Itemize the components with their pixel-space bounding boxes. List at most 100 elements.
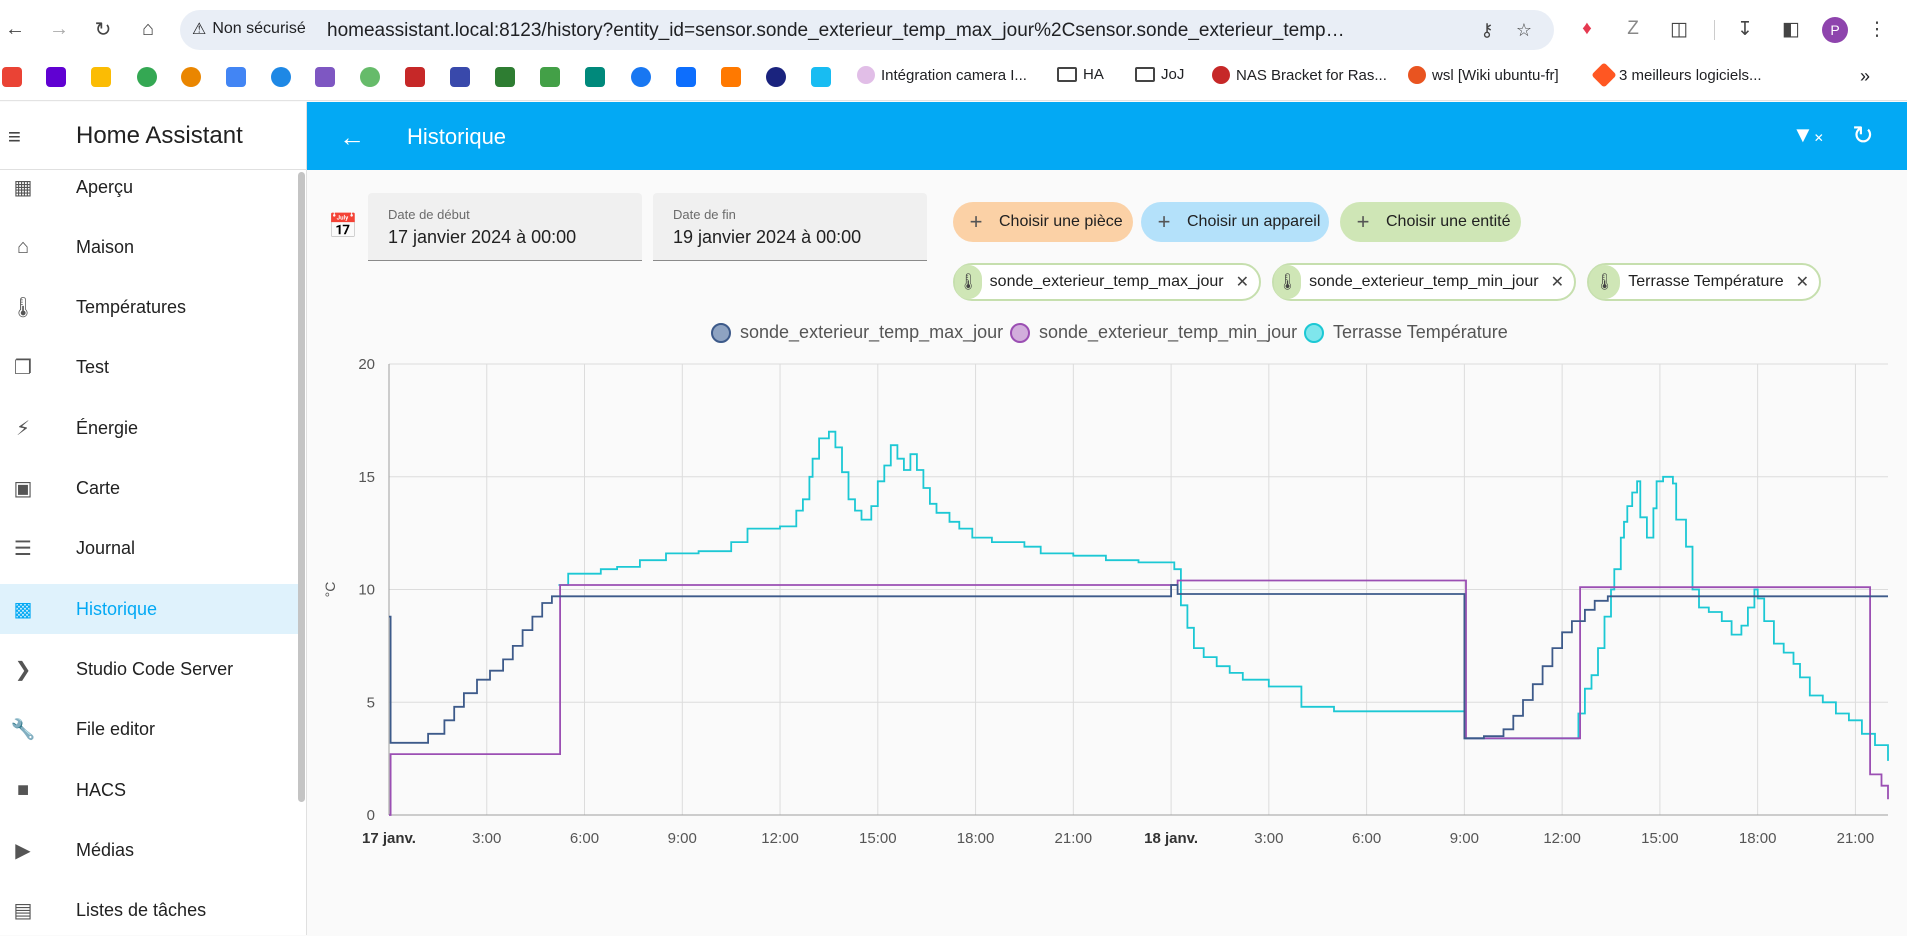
sidebar-item-label: File editor [76, 719, 156, 740]
bookmark-folder-ha[interactable]: HA [1057, 66, 1104, 83]
vscode-icon: ❯ [14, 658, 32, 681]
sidebar-item-hacs[interactable]: ■ HACS [0, 765, 298, 815]
legend-item-max[interactable]: sonde_exterieur_temp_max_jour [711, 322, 1003, 343]
close-icon[interactable]: ✕ [1551, 272, 1564, 292]
map-icon: ▣ [13, 478, 33, 500]
profile-avatar[interactable]: P [1822, 17, 1848, 43]
choose-entity-button[interactable]: + Choisir une entité [1340, 202, 1521, 242]
bookmark-label: NAS Bracket for Ras... [1236, 66, 1387, 84]
sidebar-item-label: Maison [76, 236, 135, 257]
key-icon[interactable]: ⚷ [1475, 18, 1499, 42]
reload-icon[interactable]: ↻ [88, 14, 118, 44]
x-tick-label: 9:00 [668, 830, 697, 847]
bookmark-icon: ❐ [14, 357, 32, 380]
sidebar-item-aper-u[interactable]: ▦ Aperçu [0, 162, 298, 212]
x-tick-label: 18:00 [957, 830, 995, 847]
sidebar-item-temp-ratures[interactable]: 🌡 Températures [0, 283, 298, 333]
filter-remove-icon[interactable]: ▼✕ [1792, 122, 1824, 148]
end-date-field[interactable]: Date de fin 19 janvier 2024 à 00:00 [653, 193, 927, 261]
menu-toggle-icon[interactable]: ≡ [8, 124, 34, 149]
bank2-icon[interactable] [585, 67, 605, 87]
url-text[interactable]: homeassistant.local:8123/history?entity_… [327, 20, 1347, 42]
security-indicator[interactable]: ⚠ Non sécurisé [192, 19, 306, 39]
legend-swatch [1010, 322, 1030, 343]
ubuntu-icon [1408, 66, 1426, 84]
gmail-icon[interactable] [2, 67, 22, 87]
bookmark-folder-joj[interactable]: JoJ [1135, 66, 1184, 83]
sidebar-item--nergie[interactable]: ⚡ Énergie [0, 403, 298, 453]
sidebar-item-maison[interactable]: ⌂ Maison [0, 222, 298, 272]
extensions-icon[interactable]: ◫ [1664, 14, 1694, 44]
sidebar-item-carte[interactable]: ▣ Carte [0, 464, 298, 514]
photos-icon[interactable] [181, 67, 201, 87]
arrow-back-icon[interactable]: ← [339, 122, 365, 153]
duo-icon[interactable] [360, 67, 380, 87]
keep-icon[interactable] [91, 67, 111, 87]
bookmark-label: wsl [Wiki ubuntu-fr] [1432, 66, 1559, 84]
puzzle-icon[interactable] [315, 67, 335, 87]
x-tick-label: 12:00 [1543, 830, 1581, 847]
ha-icon[interactable] [811, 67, 831, 87]
sidebar-scrollbar[interactable] [298, 172, 305, 802]
maps-icon[interactable] [137, 67, 157, 87]
facebook-icon[interactable] [631, 67, 651, 87]
x-tick-label: 15:00 [1641, 830, 1679, 847]
bank-icon[interactable] [495, 67, 515, 87]
x-tick-label: 6:00 [570, 830, 599, 847]
lightning-icon: ⚡ [15, 417, 31, 440]
sidebar-item-m-dias[interactable]: ▶ Médias [0, 825, 298, 875]
camera-site-icon [857, 66, 875, 84]
n-icon[interactable] [766, 67, 786, 87]
sidebar-item-journal[interactable]: ☰ Journal [0, 524, 298, 574]
s-icon[interactable] [271, 67, 291, 87]
orange-icon[interactable] [721, 67, 741, 87]
home-icon[interactable]: ⌂ [133, 14, 163, 44]
list-icon: ☰ [14, 538, 32, 561]
start-date-field[interactable]: Date de début 17 janvier 2024 à 00:00 [368, 193, 642, 261]
sidebar-item-label: Médias [76, 839, 135, 860]
translate-icon[interactable] [226, 67, 246, 87]
chart-icon[interactable] [450, 67, 470, 87]
address-bar[interactable]: ⚠ Non sécurisé homeassistant.local:8123/… [180, 10, 1554, 50]
sidebar-item-listes-de-t-ches[interactable]: ▤ Listes de tâches [0, 886, 298, 936]
play-box-icon: ▶ [15, 839, 31, 862]
pocket-icon[interactable]: ♦ [1572, 14, 1602, 44]
folder-icon [1135, 67, 1155, 82]
sidebar-item-label: Studio Code Server [76, 658, 234, 679]
bookmark-label: JoJ [1161, 66, 1185, 83]
forward-icon[interactable]: → [44, 14, 74, 44]
sidebar-item-historique[interactable]: ▩ Historique [0, 584, 298, 635]
zotero-icon[interactable]: Z [1618, 14, 1648, 44]
choose-device-button[interactable]: + Choisir un appareil [1141, 202, 1329, 242]
dsm-icon[interactable] [676, 67, 696, 87]
bookmark-nas[interactable]: NAS Bracket for Ras... [1212, 66, 1387, 84]
page-title: Historique [407, 124, 507, 149]
bookmark-logiciels[interactable]: 3 meilleurs logiciels... [1591, 62, 1762, 88]
star-icon[interactable]: ☆ [1512, 18, 1536, 42]
calendar-icon[interactable]: 📅 [328, 212, 358, 241]
bookmarks-overflow-icon[interactable]: » [1860, 66, 1870, 87]
legend-label: Terrasse Température [1333, 322, 1508, 342]
close-icon[interactable]: ✕ [1796, 272, 1809, 292]
side-panel-icon[interactable]: ◧ [1776, 14, 1806, 44]
choose-area-button[interactable]: + Choisir une pièce [953, 202, 1133, 242]
sidebar-header: ≡ Home Assistant [0, 102, 306, 170]
sidebar-item-studio-code-server[interactable]: ❯ Studio Code Server [0, 644, 298, 694]
mail-icon[interactable] [46, 67, 66, 87]
bookmark-wsl[interactable]: wsl [Wiki ubuntu-fr] [1408, 66, 1559, 84]
legend-item-terrasse[interactable]: Terrasse Température [1304, 322, 1508, 343]
close-icon[interactable]: ✕ [1236, 272, 1249, 292]
thermometer-icon: 🌡 [1589, 265, 1621, 299]
sidebar-item-test[interactable]: ❐ Test [0, 343, 298, 393]
legend-item-min[interactable]: sonde_exterieur_temp_min_jour [1010, 322, 1297, 343]
sidebar-item-file-editor[interactable]: 🔧 File editor [0, 705, 298, 755]
sidebar-title: Home Assistant [76, 122, 243, 149]
back-icon[interactable]: ← [0, 14, 30, 44]
vr-icon[interactable] [405, 67, 425, 87]
analytics-icon[interactable] [540, 67, 560, 87]
refresh-icon[interactable]: ↻ [1852, 120, 1874, 151]
history-chart[interactable]: 0 5 10 15 20 17 janv. 3:00 6:00 9:00 12:00 15:00 18… [307, 350, 1907, 850]
menu-kebab-icon[interactable]: ⋮ [1862, 14, 1892, 44]
bookmark-camera[interactable]: Intégration camera I... [857, 66, 1027, 84]
download-icon[interactable]: ↧ [1730, 14, 1760, 44]
